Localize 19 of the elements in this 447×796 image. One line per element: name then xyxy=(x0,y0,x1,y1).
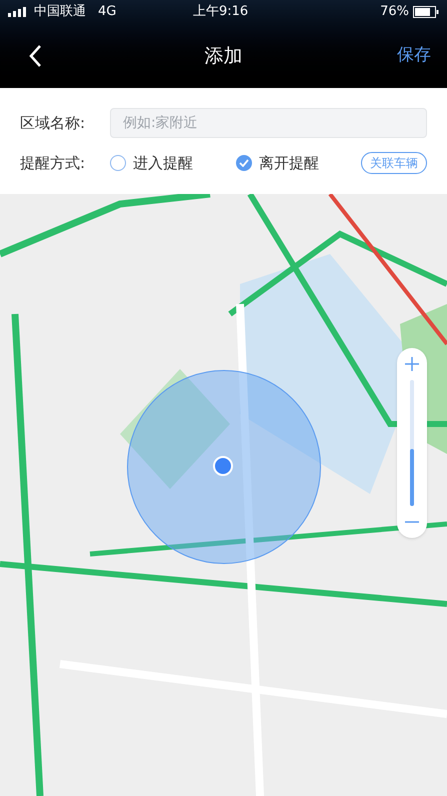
battery-icon xyxy=(413,6,439,18)
network-type: 4G xyxy=(98,3,116,22)
zoom-in-icon[interactable] xyxy=(404,356,420,372)
carrier-name: 中国联通 xyxy=(34,3,86,22)
zoom-control[interactable] xyxy=(397,348,427,538)
clock-time: 上午9:16 xyxy=(193,3,248,22)
radio-button[interactable] xyxy=(236,155,252,172)
save-button[interactable]: 保存 xyxy=(397,43,431,69)
page-title: 添加 xyxy=(204,44,242,69)
zoom-slider[interactable] xyxy=(410,380,414,506)
radio-label[interactable]: 离开提醒 xyxy=(259,152,319,174)
radio-button[interactable] xyxy=(110,155,126,172)
field-label: 区域名称: xyxy=(20,112,86,134)
battery-percent: 76% xyxy=(380,3,409,22)
radio-label[interactable]: 进入提醒 xyxy=(133,152,193,174)
check-icon xyxy=(239,159,249,168)
area-name-field[interactable]: 例如:家附近 xyxy=(110,108,427,138)
back-button[interactable] xyxy=(28,43,44,69)
field-label: 提醒方式: xyxy=(20,153,86,174)
